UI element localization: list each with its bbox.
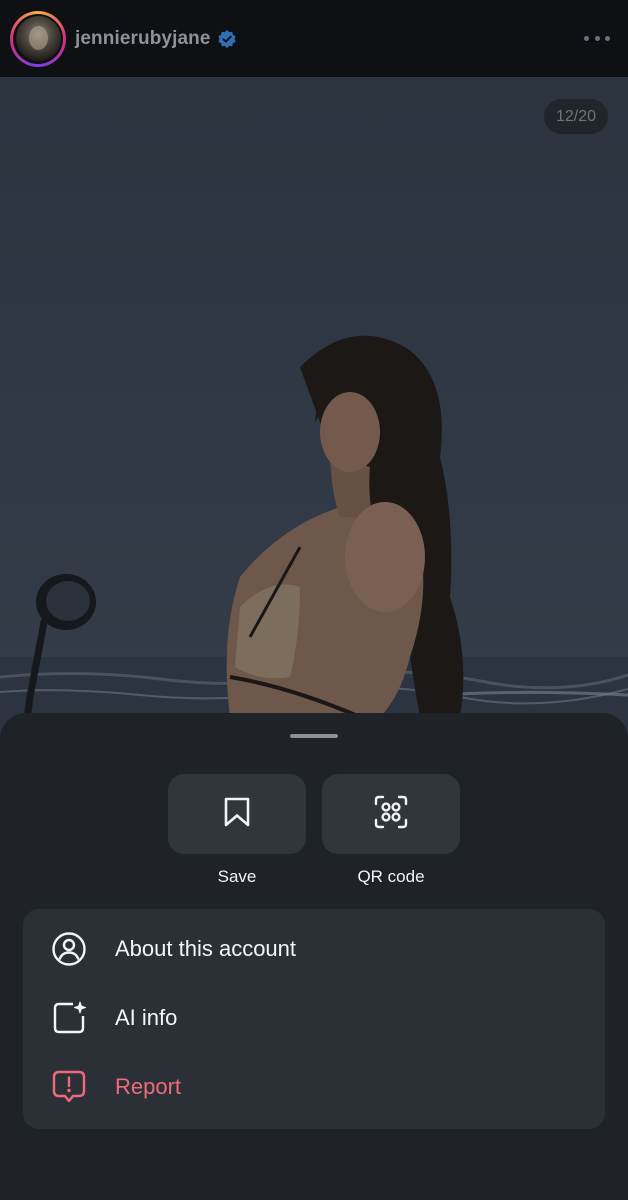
options-bottom-sheet: Save QR code About this account AI info … [0,713,628,1200]
bookmark-icon [222,796,252,833]
qr-code-tile[interactable] [322,774,460,854]
qr-code-button[interactable]: QR code [322,774,460,887]
qr-code-icon [374,795,408,834]
save-button[interactable]: Save [168,774,306,887]
menu-item-label: Report [115,1074,182,1099]
instagram-post-screen: jennierubyjane 12/20 Save QR code About … [0,0,628,1200]
save-label: Save [217,867,257,886]
quick-actions: Save QR code [168,774,460,894]
save-tile[interactable] [168,774,306,854]
more-options-icon[interactable] [584,28,610,48]
image-counter: 12/20 [544,99,608,134]
menu-item-about-account[interactable]: About this account [23,919,605,979]
post-header: jennierubyjane [0,0,628,77]
avatar[interactable] [15,16,61,61]
menu-item-label: About this account [115,936,297,961]
sheet-drag-handle[interactable] [290,734,338,738]
menu-item-ai-info[interactable]: AI info [23,988,605,1048]
report-icon [51,1069,87,1105]
ai-sparkle-icon [51,1000,87,1036]
menu-item-label: AI info [115,1005,178,1030]
menu-item-report[interactable]: Report [23,1057,605,1117]
options-menu: About this account AI info Report [23,909,605,1129]
verified-badge-icon [217,29,237,49]
story-ring[interactable] [10,10,66,67]
username[interactable]: jennierubyjane [75,28,211,50]
account-circle-icon [51,931,87,967]
qr-code-label: QR code [357,867,425,886]
